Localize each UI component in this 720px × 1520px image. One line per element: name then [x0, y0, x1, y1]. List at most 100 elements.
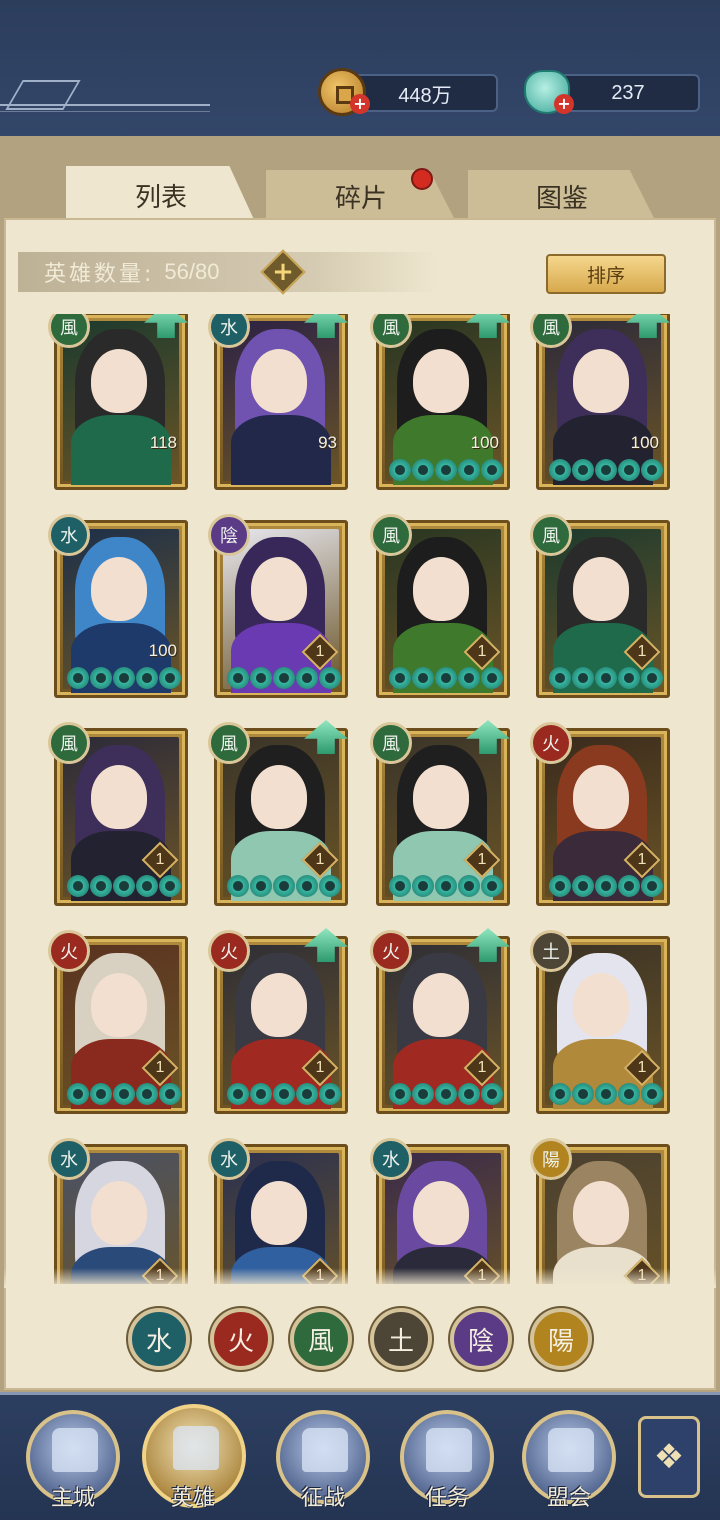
hero-face	[573, 349, 629, 413]
jade-star-icon	[481, 667, 503, 689]
hero-level-badge: 1	[623, 633, 661, 671]
element-filter-fire[interactable]: 火	[210, 1308, 272, 1370]
jade-star-icon	[296, 667, 318, 689]
tab-label: 碎片	[334, 183, 387, 214]
add-coins-button[interactable]: +	[350, 94, 370, 114]
hero-level: 1	[637, 643, 647, 660]
hero-count: 英雄数量: 56/80	[18, 252, 438, 292]
jade-star-icon	[549, 875, 571, 897]
hero-face	[251, 765, 307, 829]
hero-level-badge: 1	[623, 841, 661, 879]
element-badge: 火	[208, 930, 250, 972]
jade-star-icon	[481, 1083, 503, 1105]
hero-level: 1	[315, 643, 325, 660]
city-gate-icon	[52, 1428, 98, 1472]
element-badge: 風	[48, 722, 90, 764]
element-badge: 風	[530, 514, 572, 556]
element-filter-yang[interactable]: 陽	[530, 1308, 592, 1370]
hero-level-badge: 1	[463, 633, 501, 671]
sort-label: 排序	[586, 264, 625, 287]
jade-star-icon	[250, 1083, 272, 1105]
jade-star-icon	[595, 875, 617, 897]
jade-star-icon	[273, 667, 295, 689]
jade-star-icon	[389, 875, 411, 897]
nav-label: 任务	[424, 1486, 469, 1511]
jade-star-icon	[319, 875, 341, 897]
jade-star-icon	[618, 459, 640, 481]
jade-star-icon	[319, 667, 341, 689]
hero-level: 100	[630, 433, 659, 452]
hero-count-value: 56/80	[164, 259, 220, 284]
jade-star-icon	[412, 667, 434, 689]
jade-star-icon	[159, 1083, 181, 1105]
jade-star-icon	[641, 875, 663, 897]
jade-star-icon	[159, 667, 181, 689]
element-filter-yin[interactable]: 陰	[450, 1308, 512, 1370]
hero-level-badge: 1	[463, 1049, 501, 1087]
jade-star-icon	[136, 667, 158, 689]
hero-portrait-icon	[173, 1426, 219, 1470]
jade-star-icon	[113, 875, 135, 897]
jade-star-icon	[458, 875, 480, 897]
jade-star-icon	[90, 1083, 112, 1105]
jade-star-icon	[319, 1083, 341, 1105]
star-rating	[227, 875, 341, 897]
hero-face	[91, 973, 147, 1037]
jade-star-icon	[136, 875, 158, 897]
jade-star-icon	[389, 459, 411, 481]
jade-star-icon	[549, 667, 571, 689]
jade-star-icon	[227, 875, 249, 897]
jade-star-icon	[227, 1083, 249, 1105]
jade-star-icon	[273, 875, 295, 897]
nav-label: 盟会	[546, 1486, 591, 1511]
jade-star-icon	[412, 459, 434, 481]
jade-amount: 237	[611, 81, 645, 104]
jade-star-icon	[572, 1083, 594, 1105]
hero-face	[413, 973, 469, 1037]
notification-dot	[411, 168, 433, 190]
jade-star-icon	[572, 667, 594, 689]
flower-menu-icon[interactable]: ❖	[638, 1416, 700, 1498]
hero-level: 1	[477, 1059, 487, 1076]
jade-star-icon	[412, 875, 434, 897]
jade-star-icon	[458, 1083, 480, 1105]
hero-face	[91, 557, 147, 621]
jade-star-icon	[595, 459, 617, 481]
hero-face	[413, 349, 469, 413]
jade-star-icon	[435, 875, 457, 897]
element-filter-wood[interactable]: 風	[290, 1308, 352, 1370]
element-badge: 風	[370, 722, 412, 764]
hero-face	[413, 1181, 469, 1245]
hero-level: 100	[148, 641, 177, 660]
element-badge: 風	[370, 514, 412, 556]
jade-star-icon	[549, 459, 571, 481]
element-filter-water[interactable]: 水	[128, 1308, 190, 1370]
jade-star-icon	[641, 667, 663, 689]
hero-count-label: 英雄数量:	[44, 262, 155, 287]
star-rating	[389, 667, 503, 689]
sort-button[interactable]: 排序	[546, 254, 666, 294]
star-rating	[389, 1083, 503, 1105]
hero-level-badge: 1	[301, 633, 339, 671]
element-badge: 水	[48, 1138, 90, 1180]
element-filter-earth[interactable]: 土	[370, 1308, 432, 1370]
scroll-task-icon	[426, 1428, 472, 1472]
star-rating	[67, 1083, 181, 1105]
jade-star-icon	[250, 667, 272, 689]
hero-level-badge: 1	[141, 841, 179, 879]
hero-face	[251, 973, 307, 1037]
tab-codex[interactable]: 图鉴	[468, 170, 656, 222]
element-badge: 陽	[530, 1138, 572, 1180]
coin-counter: 448万	[352, 74, 498, 112]
jade-star-icon	[90, 667, 112, 689]
jade-counter: 237	[556, 74, 700, 112]
jade-star-icon	[549, 1083, 571, 1105]
hero-grid: 118 風 93 水 100 風 100 風 100 水 1 陰 1 風 1 風 1 風 1 風 1 風 1 火 1 火 1 火 1 火 1…	[4, 314, 716, 1284]
jade-star-icon	[412, 1083, 434, 1105]
jade-star-icon	[618, 667, 640, 689]
hero-level: 1	[155, 851, 165, 868]
tab-list[interactable]: 列表	[66, 166, 256, 224]
jade-star-icon	[90, 875, 112, 897]
element-badge: 火	[48, 930, 90, 972]
add-jade-button[interactable]: +	[554, 94, 574, 114]
